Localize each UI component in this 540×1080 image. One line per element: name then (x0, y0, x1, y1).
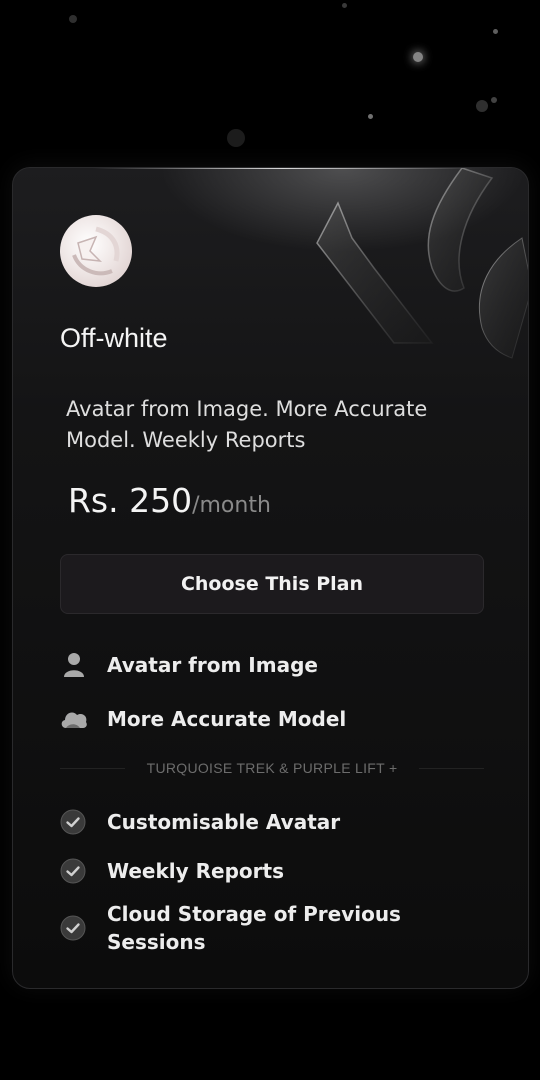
divider-line (60, 767, 125, 769)
included-feature-label: Weekly Reports (107, 859, 284, 883)
included-feature-label: Cloud Storage of Previous Sessions (107, 902, 401, 954)
decorative-chevron-graphic (316, 168, 528, 359)
cloud-icon (60, 705, 88, 733)
divider-line (419, 767, 485, 769)
background-star (368, 114, 373, 119)
background-star (227, 129, 245, 147)
background-star (413, 52, 423, 62)
user-icon (60, 651, 88, 679)
plan-price: Rs. 250/month (68, 481, 271, 520)
divider-label: TURQUOISE TREK & PURPLE LIFT + (146, 760, 398, 776)
included-feature-label: Customisable Avatar (107, 810, 341, 834)
section-divider: TURQUOISE TREK & PURPLE LIFT + (60, 760, 485, 776)
feature-label: More Accurate Model (107, 707, 347, 731)
plan-avatar (60, 215, 132, 287)
feature-label: Avatar from Image (107, 653, 318, 677)
included-feature-item: Customisable Avatar (60, 808, 340, 836)
background-star (342, 3, 347, 8)
included-feature-item: Weekly Reports (60, 857, 284, 885)
pricing-card: Off-white Avatar from Image. More Accura… (12, 167, 529, 989)
feature-avatar-from-image: Avatar from Image (60, 651, 318, 679)
price-amount: Rs. 250 (68, 481, 193, 520)
choose-plan-button[interactable]: Choose This Plan (60, 554, 484, 614)
check-circle-icon (60, 809, 86, 835)
background-star (493, 29, 498, 34)
plan-description: Avatar from Image. More Accurate Model. … (66, 397, 428, 452)
background-star (476, 100, 488, 112)
check-circle-icon (60, 858, 86, 884)
included-feature-item: Cloud Storage of Previous Sessions (60, 900, 440, 956)
price-period: /month (192, 493, 271, 518)
background-star (491, 97, 497, 103)
check-circle-icon (60, 915, 86, 941)
plan-logo-icon (72, 226, 120, 276)
plan-title: Off-white (60, 323, 168, 353)
background-star (69, 15, 77, 23)
feature-more-accurate-model: More Accurate Model (60, 705, 346, 733)
